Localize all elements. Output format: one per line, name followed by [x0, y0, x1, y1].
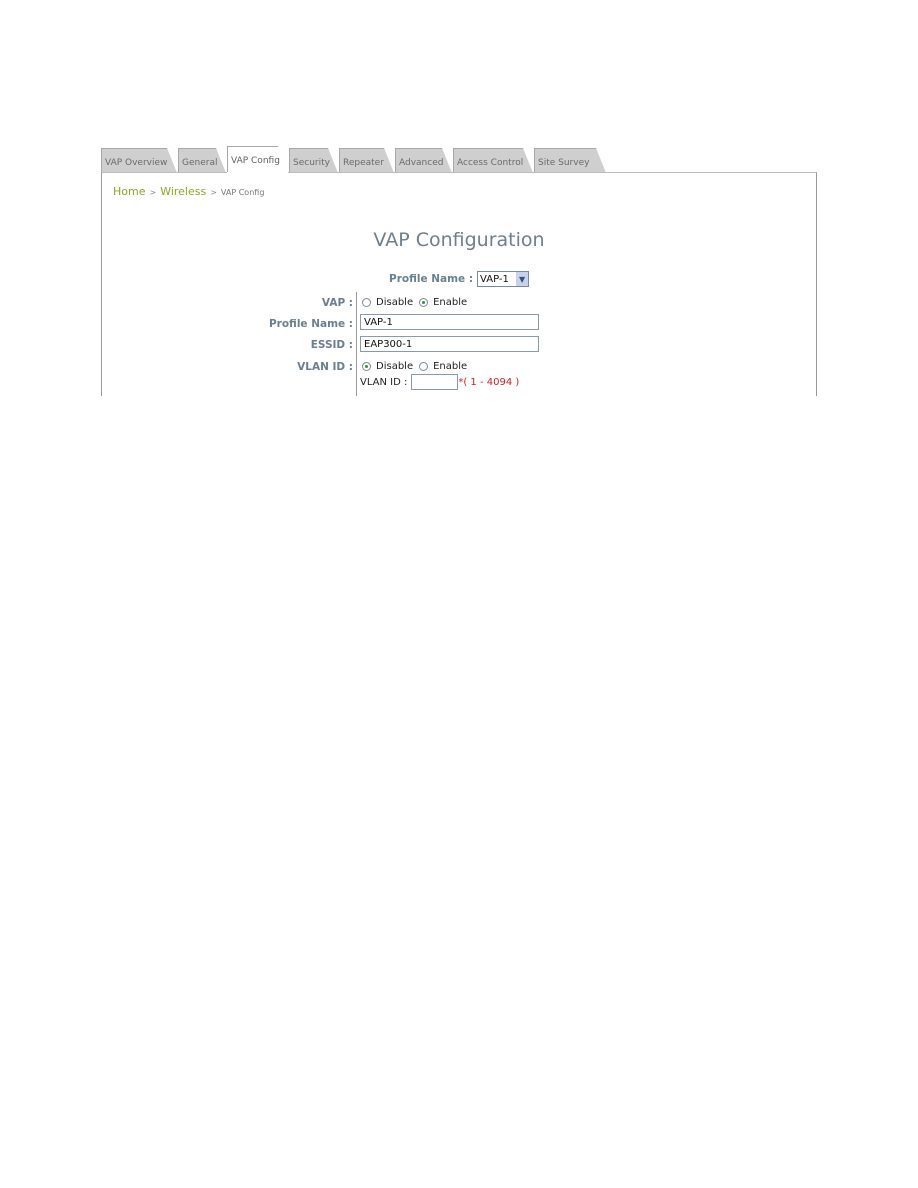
profile-name-label: Profile Name : [268, 318, 353, 330]
breadcrumb-current: VAP Config [220, 188, 265, 197]
vap-enable-radio[interactable] [419, 298, 429, 307]
vlan-disable-radio[interactable] [362, 362, 371, 371]
tab-label: General [182, 158, 218, 168]
breadcrumb-separator: > [149, 188, 157, 197]
breadcrumb-home-link[interactable]: Home [113, 185, 145, 198]
vlan-id-row: VLAN ID : *( 1 - 4094 ) [360, 374, 519, 390]
profile-select-value: VAP-1 [480, 273, 509, 285]
tab-advanced[interactable]: Advanced [395, 148, 452, 173]
vlan-id-label: VLAN ID : [360, 376, 408, 388]
profile-selector-row: Profile Name : VAP-1 ▼ [389, 271, 530, 287]
vlan-disable-label: Disable [376, 361, 414, 372]
tab-bar: VAP Overview General VAP Config Security… [101, 146, 607, 173]
essid-label: ESSID : [310, 339, 353, 351]
vap-disable-radio[interactable] [362, 298, 371, 307]
profile-selector-label: Profile Name : [389, 273, 474, 285]
vlan-enable-label: Enable [433, 361, 468, 372]
tab-security[interactable]: Security [289, 148, 338, 173]
tab-vap-overview[interactable]: VAP Overview [101, 148, 177, 173]
tab-label: Site Survey [538, 158, 590, 168]
page-title: VAP Configuration [373, 229, 545, 251]
tab-label: VAP Config [231, 156, 280, 166]
vlan-radio-group: Disable Enable [362, 361, 473, 372]
vlan-id-input[interactable] [411, 374, 459, 390]
essid-input[interactable]: EAP300-1 [360, 336, 539, 352]
vlan-label: VLAN ID : [297, 361, 353, 373]
tab-access-control[interactable]: Access Control [453, 148, 533, 173]
tab-site-survey[interactable]: Site Survey [534, 148, 606, 173]
breadcrumb-wireless-link[interactable]: Wireless [160, 185, 206, 198]
breadcrumb: Home > Wireless > VAP Config [113, 185, 264, 198]
vap-enable-label: Enable [433, 297, 468, 308]
profile-name-input[interactable]: VAP-1 [360, 314, 539, 330]
vap-label: VAP : [321, 297, 353, 309]
tab-vap-config[interactable]: VAP Config [227, 146, 288, 173]
tab-label: Security [293, 158, 330, 168]
form-divider [356, 292, 357, 396]
tab-general[interactable]: General [178, 148, 226, 173]
vlan-enable-radio[interactable] [419, 362, 429, 371]
breadcrumb-separator: > [210, 188, 217, 197]
chevron-down-icon[interactable]: ▼ [516, 272, 529, 286]
tab-label: Access Control [457, 158, 524, 168]
profile-name-select[interactable]: VAP-1 ▼ [477, 271, 530, 287]
vap-disable-label: Disable [376, 297, 414, 308]
tab-label: Advanced [399, 158, 444, 168]
vlan-id-range-hint: *( 1 - 4094 ) [458, 376, 520, 388]
tab-label: Repeater [343, 158, 384, 168]
vap-radio-group: Disable Enable [362, 297, 473, 308]
tab-repeater[interactable]: Repeater [339, 148, 394, 173]
tab-label: VAP Overview [105, 158, 168, 168]
